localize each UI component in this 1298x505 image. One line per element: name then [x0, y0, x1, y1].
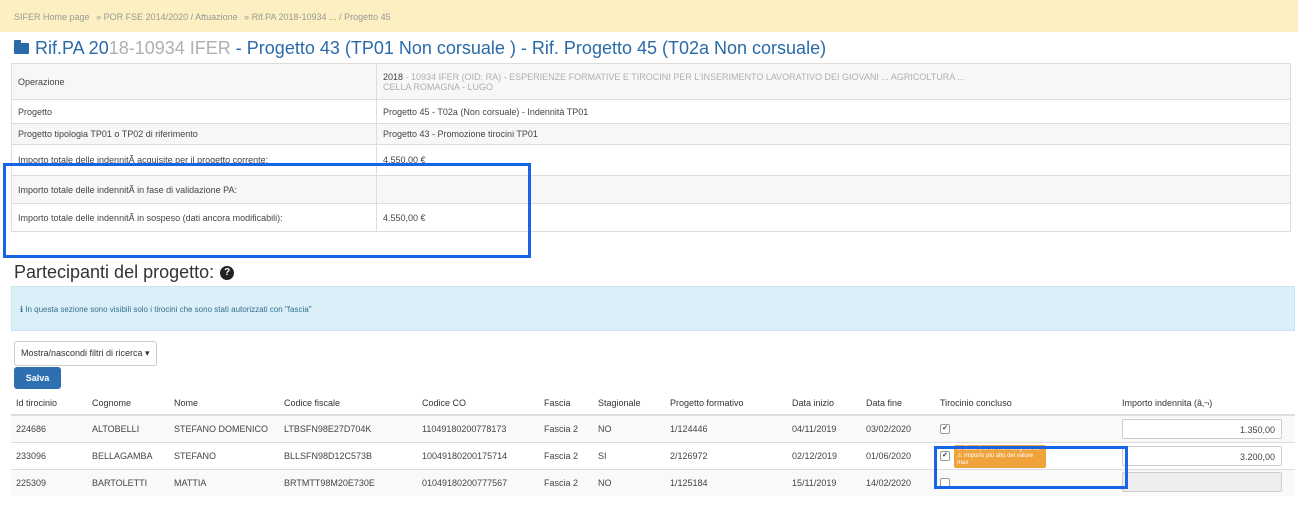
breadcrumb-item-progetto: » Rif.PA 2018-10934 ... / Progetto 45	[244, 12, 391, 22]
cell-data-fine: 14/02/2020	[861, 469, 935, 496]
info-row-operazione: Operazione 2018 - 10934 IFER (OID: RA) -…	[11, 63, 1291, 100]
table-row: 225309 BARTOLETTI MATTIA BRTMTT98M20E730…	[11, 469, 1295, 496]
col-fascia[interactable]: Fascia	[539, 392, 593, 416]
cell-cf: BLLSFN98D12C573B	[279, 442, 417, 470]
toggle-filters-button[interactable]: Mostra/nascondi filtri di ricerca ▾	[14, 341, 157, 366]
info-value: Progetto 43 - Promozione tirocini TP01	[376, 123, 1291, 145]
section-title-text: Partecipanti del progetto:	[14, 262, 215, 282]
table-header-row: Id tirocinio Cognome Nome Codice fiscale…	[11, 392, 1295, 416]
col-data-inizio[interactable]: Data inizio	[787, 392, 861, 416]
page-title-blurred: 18-10934 IFER	[108, 38, 231, 58]
question-circle-icon[interactable]: ?	[220, 265, 235, 280]
page-title-rest: - Progetto 43 (TP01 Non corsuale ) - Rif…	[230, 38, 827, 58]
cell-data-inizio: 15/11/2019	[787, 469, 861, 496]
cell-concluso: ✔	[935, 414, 1117, 443]
cell-progetto: 1/124446	[665, 414, 787, 443]
cell-fascia: Fascia 2	[539, 469, 593, 496]
cell-nome: MATTIA	[169, 469, 279, 496]
info-label: Progetto tipologia TP01 o TP02 di riferi…	[11, 123, 377, 145]
col-id[interactable]: Id tirocinio	[11, 392, 87, 416]
concluso-checkbox[interactable]: ✔	[940, 451, 950, 461]
importo-input[interactable]: 1.350,00	[1122, 419, 1282, 439]
cell-stagionale: SI	[593, 442, 665, 470]
col-progetto-formativo[interactable]: Progetto formativo	[665, 392, 787, 416]
cell-cognome: ALTOBELLI	[87, 414, 169, 443]
cell-progetto: 1/125184	[665, 469, 787, 496]
importo-input[interactable]	[1122, 472, 1282, 492]
info-label: Importo totale delle indennitÃ acquisite…	[11, 144, 377, 176]
cell-id: 225309	[11, 469, 87, 496]
concluso-checkbox[interactable]: ✔	[940, 424, 950, 435]
table-row: 224686 ALTOBELLI STEFANO DOMENICO LTBSFN…	[11, 414, 1295, 443]
cell-concluso: ✔ ⚠ Data fine tir. non congruente ⚠ Impor…	[935, 442, 1117, 470]
cell-co: 11049180200778173	[417, 414, 539, 443]
info-row-progetto: Progetto Progetto 45 - T02a (Non corsual…	[11, 99, 1291, 124]
cell-stagionale: NO	[593, 469, 665, 496]
info-alert: ℹ In questa sezione sono visibili solo i…	[11, 286, 1295, 331]
cell-cf: LTBSFN98E27D704K	[279, 414, 417, 443]
cell-cognome: BELLAGAMBA	[87, 442, 169, 470]
cell-progetto: 2/126972	[665, 442, 787, 470]
importo-input[interactable]: 3.200,00	[1122, 446, 1282, 466]
cell-importo: 1.350,00	[1117, 414, 1295, 443]
info-row-importo-validazione: Importo totale delle indennitÃ in fase d…	[11, 175, 1291, 204]
info-value: Progetto 45 - T02a (Non corsuale) - Inde…	[376, 99, 1291, 124]
cell-stagionale: NO	[593, 414, 665, 443]
warning-badge: ⚠ Data fine tir. non congruente ⚠ Import…	[954, 444, 1046, 468]
info-value: 2018 - 10934 IFER (OID: RA) - ESPERIENZE…	[376, 63, 1291, 100]
info-value: 4.550,00 €	[376, 144, 1291, 176]
info-value	[376, 175, 1291, 204]
cell-data-fine: 01/06/2020	[861, 442, 935, 470]
table-row: 233096 BELLAGAMBA STEFANO BLLSFN98D12C57…	[11, 442, 1295, 470]
info-row-importo-sospeso: Importo totale delle indennitÃ in sospes…	[11, 203, 1291, 232]
info-value-line2: CELLA ROMAGNA - LUGO	[383, 81, 494, 92]
concluso-checkbox[interactable]	[940, 478, 950, 489]
col-tirocinio-concluso[interactable]: Tirocinio concluso	[935, 392, 1117, 416]
info-value: 4.550,00 €	[376, 203, 1291, 232]
breadcrumb-item-attuazione[interactable]: » POR FSE 2014/2020 / Attuazione	[96, 12, 238, 22]
cell-id: 224686	[11, 414, 87, 443]
breadcrumb-item-home[interactable]: SIFER Home page	[14, 12, 90, 22]
cell-id: 233096	[11, 442, 87, 470]
info-table: Operazione 2018 - 10934 IFER (OID: RA) -…	[11, 63, 1291, 232]
folder-icon	[14, 40, 29, 54]
cell-cognome: BARTOLETTI	[87, 469, 169, 496]
info-row-tipologia: Progetto tipologia TP01 o TP02 di riferi…	[11, 123, 1291, 145]
cell-data-inizio: 02/12/2019	[787, 442, 861, 470]
page-title: Rif.PA 2018-10934 IFER - Progetto 43 (TP…	[14, 38, 826, 59]
col-data-fine[interactable]: Data fine	[861, 392, 935, 416]
page-title-prefix: Rif.PA 20	[35, 38, 109, 58]
info-row-importo-acquisite: Importo totale delle indennitÃ acquisite…	[11, 144, 1291, 176]
cell-importo: 3.200,00	[1117, 442, 1295, 470]
col-nome[interactable]: Nome	[169, 392, 279, 416]
cell-nome: STEFANO	[169, 442, 279, 470]
info-value-blurred: - 10934 IFER (OID: RA) - ESPERIENZE FORM…	[405, 71, 965, 82]
col-codice-fiscale[interactable]: Codice fiscale	[279, 392, 417, 416]
cell-data-inizio: 04/11/2019	[787, 414, 861, 443]
col-cognome[interactable]: Cognome	[87, 392, 169, 416]
info-label: Importo totale delle indennitÃ in sospes…	[11, 203, 377, 232]
cell-co: 01049180200777567	[417, 469, 539, 496]
col-importo[interactable]: Importo indennita (â‚¬)	[1117, 392, 1295, 416]
cell-importo	[1117, 469, 1295, 496]
cell-nome: STEFANO DOMENICO	[169, 414, 279, 443]
participants-table: Id tirocinio Cognome Nome Codice fiscale…	[11, 392, 1295, 496]
breadcrumb: SIFER Home page » POR FSE 2014/2020 / At…	[0, 0, 1298, 32]
section-title: Partecipanti del progetto: ?	[14, 262, 235, 283]
col-codice-co[interactable]: Codice CO	[417, 392, 539, 416]
cell-concluso	[935, 469, 1117, 496]
cell-co: 10049180200175714	[417, 442, 539, 470]
cell-data-fine: 03/02/2020	[861, 414, 935, 443]
info-label: Operazione	[11, 63, 377, 100]
cell-fascia: Fascia 2	[539, 414, 593, 443]
col-stagionale[interactable]: Stagionale	[593, 392, 665, 416]
cell-cf: BRTMTT98M20E730E	[279, 469, 417, 496]
info-label: Progetto	[11, 99, 377, 124]
save-button[interactable]: Salva	[14, 367, 61, 389]
info-label: Importo totale delle indennitÃ in fase d…	[11, 175, 377, 204]
cell-fascia: Fascia 2	[539, 442, 593, 470]
info-value-prefix: 2018	[383, 71, 404, 82]
